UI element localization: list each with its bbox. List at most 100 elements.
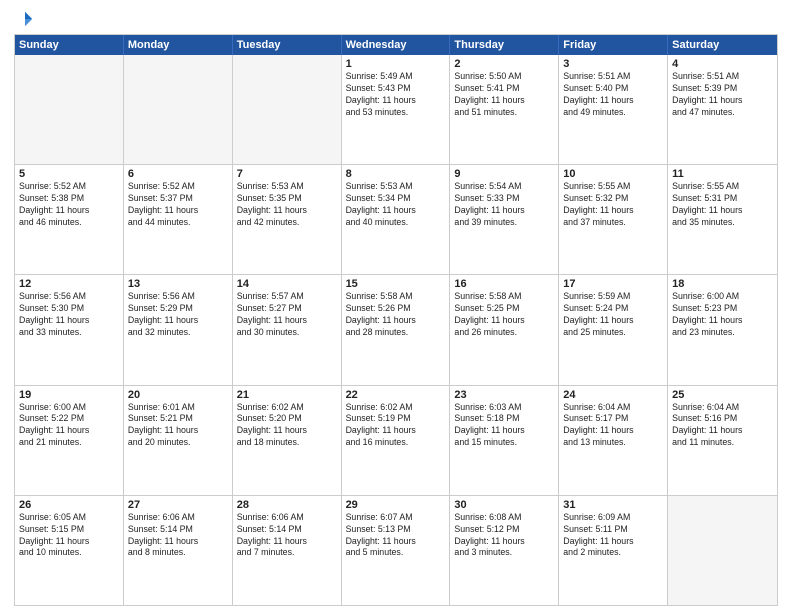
- cell-info-text: Sunrise: 6:03 AM Sunset: 5:18 PM Dayligh…: [454, 402, 554, 450]
- cell-date-number: 1: [346, 58, 446, 70]
- calendar-cell: 19Sunrise: 6:00 AM Sunset: 5:22 PM Dayli…: [15, 386, 124, 495]
- calendar-cell: 4Sunrise: 5:51 AM Sunset: 5:39 PM Daylig…: [668, 55, 777, 164]
- cell-info-text: Sunrise: 5:50 AM Sunset: 5:41 PM Dayligh…: [454, 71, 554, 119]
- cell-info-text: Sunrise: 5:52 AM Sunset: 5:38 PM Dayligh…: [19, 181, 119, 229]
- calendar-row-3: 19Sunrise: 6:00 AM Sunset: 5:22 PM Dayli…: [15, 385, 777, 495]
- calendar-cell: 30Sunrise: 6:08 AM Sunset: 5:12 PM Dayli…: [450, 496, 559, 605]
- calendar-cell: 16Sunrise: 5:58 AM Sunset: 5:25 PM Dayli…: [450, 275, 559, 384]
- cell-date-number: 25: [672, 389, 773, 401]
- calendar-row-4: 26Sunrise: 6:05 AM Sunset: 5:15 PM Dayli…: [15, 495, 777, 605]
- cell-date-number: 12: [19, 278, 119, 290]
- cell-date-number: 19: [19, 389, 119, 401]
- header-day-tuesday: Tuesday: [233, 35, 342, 55]
- calendar-cell: 8Sunrise: 5:53 AM Sunset: 5:34 PM Daylig…: [342, 165, 451, 274]
- cell-info-text: Sunrise: 5:53 AM Sunset: 5:34 PM Dayligh…: [346, 181, 446, 229]
- calendar-cell: 22Sunrise: 6:02 AM Sunset: 5:19 PM Dayli…: [342, 386, 451, 495]
- cell-info-text: Sunrise: 5:51 AM Sunset: 5:40 PM Dayligh…: [563, 71, 663, 119]
- cell-info-text: Sunrise: 6:04 AM Sunset: 5:17 PM Dayligh…: [563, 402, 663, 450]
- cell-info-text: Sunrise: 6:06 AM Sunset: 5:14 PM Dayligh…: [128, 512, 228, 560]
- cell-date-number: 9: [454, 168, 554, 180]
- calendar-cell: [15, 55, 124, 164]
- cell-date-number: 24: [563, 389, 663, 401]
- cell-date-number: 18: [672, 278, 773, 290]
- calendar: SundayMondayTuesdayWednesdayThursdayFrid…: [14, 34, 778, 606]
- calendar-cell: 27Sunrise: 6:06 AM Sunset: 5:14 PM Dayli…: [124, 496, 233, 605]
- cell-date-number: 15: [346, 278, 446, 290]
- cell-date-number: 7: [237, 168, 337, 180]
- calendar-row-1: 5Sunrise: 5:52 AM Sunset: 5:38 PM Daylig…: [15, 164, 777, 274]
- cell-info-text: Sunrise: 5:52 AM Sunset: 5:37 PM Dayligh…: [128, 181, 228, 229]
- calendar-cell: 1Sunrise: 5:49 AM Sunset: 5:43 PM Daylig…: [342, 55, 451, 164]
- calendar-cell: 20Sunrise: 6:01 AM Sunset: 5:21 PM Dayli…: [124, 386, 233, 495]
- cell-date-number: 27: [128, 499, 228, 511]
- header-day-saturday: Saturday: [668, 35, 777, 55]
- cell-info-text: Sunrise: 5:57 AM Sunset: 5:27 PM Dayligh…: [237, 291, 337, 339]
- calendar-cell: 10Sunrise: 5:55 AM Sunset: 5:32 PM Dayli…: [559, 165, 668, 274]
- cell-date-number: 8: [346, 168, 446, 180]
- calendar-cell: [124, 55, 233, 164]
- cell-info-text: Sunrise: 6:08 AM Sunset: 5:12 PM Dayligh…: [454, 512, 554, 560]
- cell-date-number: 26: [19, 499, 119, 511]
- calendar-cell: 9Sunrise: 5:54 AM Sunset: 5:33 PM Daylig…: [450, 165, 559, 274]
- cell-info-text: Sunrise: 5:56 AM Sunset: 5:30 PM Dayligh…: [19, 291, 119, 339]
- cell-date-number: 2: [454, 58, 554, 70]
- cell-info-text: Sunrise: 6:00 AM Sunset: 5:22 PM Dayligh…: [19, 402, 119, 450]
- calendar-cell: 3Sunrise: 5:51 AM Sunset: 5:40 PM Daylig…: [559, 55, 668, 164]
- cell-date-number: 14: [237, 278, 337, 290]
- cell-date-number: 21: [237, 389, 337, 401]
- cell-date-number: 4: [672, 58, 773, 70]
- calendar-cell: 13Sunrise: 5:56 AM Sunset: 5:29 PM Dayli…: [124, 275, 233, 384]
- logo-icon: [16, 10, 34, 28]
- cell-date-number: 10: [563, 168, 663, 180]
- calendar-body: 1Sunrise: 5:49 AM Sunset: 5:43 PM Daylig…: [15, 55, 777, 605]
- cell-date-number: 17: [563, 278, 663, 290]
- cell-date-number: 3: [563, 58, 663, 70]
- cell-date-number: 30: [454, 499, 554, 511]
- header-day-thursday: Thursday: [450, 35, 559, 55]
- cell-date-number: 5: [19, 168, 119, 180]
- calendar-row-0: 1Sunrise: 5:49 AM Sunset: 5:43 PM Daylig…: [15, 55, 777, 164]
- cell-date-number: 28: [237, 499, 337, 511]
- cell-date-number: 20: [128, 389, 228, 401]
- header-day-monday: Monday: [124, 35, 233, 55]
- calendar-header: SundayMondayTuesdayWednesdayThursdayFrid…: [15, 35, 777, 55]
- calendar-cell: 18Sunrise: 6:00 AM Sunset: 5:23 PM Dayli…: [668, 275, 777, 384]
- calendar-cell: 5Sunrise: 5:52 AM Sunset: 5:38 PM Daylig…: [15, 165, 124, 274]
- calendar-cell: 7Sunrise: 5:53 AM Sunset: 5:35 PM Daylig…: [233, 165, 342, 274]
- calendar-cell: 17Sunrise: 5:59 AM Sunset: 5:24 PM Dayli…: [559, 275, 668, 384]
- calendar-cell: 24Sunrise: 6:04 AM Sunset: 5:17 PM Dayli…: [559, 386, 668, 495]
- cell-info-text: Sunrise: 5:49 AM Sunset: 5:43 PM Dayligh…: [346, 71, 446, 119]
- calendar-cell: [233, 55, 342, 164]
- cell-info-text: Sunrise: 6:01 AM Sunset: 5:21 PM Dayligh…: [128, 402, 228, 450]
- cell-info-text: Sunrise: 5:58 AM Sunset: 5:25 PM Dayligh…: [454, 291, 554, 339]
- calendar-cell: 28Sunrise: 6:06 AM Sunset: 5:14 PM Dayli…: [233, 496, 342, 605]
- header-day-friday: Friday: [559, 35, 668, 55]
- cell-info-text: Sunrise: 5:55 AM Sunset: 5:32 PM Dayligh…: [563, 181, 663, 229]
- cell-date-number: 22: [346, 389, 446, 401]
- cell-date-number: 16: [454, 278, 554, 290]
- calendar-cell: 25Sunrise: 6:04 AM Sunset: 5:16 PM Dayli…: [668, 386, 777, 495]
- calendar-row-2: 12Sunrise: 5:56 AM Sunset: 5:30 PM Dayli…: [15, 274, 777, 384]
- cell-info-text: Sunrise: 6:02 AM Sunset: 5:19 PM Dayligh…: [346, 402, 446, 450]
- cell-info-text: Sunrise: 6:09 AM Sunset: 5:11 PM Dayligh…: [563, 512, 663, 560]
- cell-info-text: Sunrise: 5:56 AM Sunset: 5:29 PM Dayligh…: [128, 291, 228, 339]
- cell-info-text: Sunrise: 5:51 AM Sunset: 5:39 PM Dayligh…: [672, 71, 773, 119]
- cell-info-text: Sunrise: 5:58 AM Sunset: 5:26 PM Dayligh…: [346, 291, 446, 339]
- calendar-cell: 2Sunrise: 5:50 AM Sunset: 5:41 PM Daylig…: [450, 55, 559, 164]
- cell-info-text: Sunrise: 5:55 AM Sunset: 5:31 PM Dayligh…: [672, 181, 773, 229]
- calendar-cell: 26Sunrise: 6:05 AM Sunset: 5:15 PM Dayli…: [15, 496, 124, 605]
- cell-date-number: 31: [563, 499, 663, 511]
- cell-info-text: Sunrise: 5:54 AM Sunset: 5:33 PM Dayligh…: [454, 181, 554, 229]
- cell-info-text: Sunrise: 6:00 AM Sunset: 5:23 PM Dayligh…: [672, 291, 773, 339]
- calendar-cell: 31Sunrise: 6:09 AM Sunset: 5:11 PM Dayli…: [559, 496, 668, 605]
- cell-date-number: 11: [672, 168, 773, 180]
- cell-date-number: 13: [128, 278, 228, 290]
- page: SundayMondayTuesdayWednesdayThursdayFrid…: [0, 0, 792, 612]
- cell-info-text: Sunrise: 6:06 AM Sunset: 5:14 PM Dayligh…: [237, 512, 337, 560]
- cell-date-number: 29: [346, 499, 446, 511]
- header-day-sunday: Sunday: [15, 35, 124, 55]
- header-day-wednesday: Wednesday: [342, 35, 451, 55]
- calendar-cell: 15Sunrise: 5:58 AM Sunset: 5:26 PM Dayli…: [342, 275, 451, 384]
- header: [14, 10, 778, 28]
- cell-info-text: Sunrise: 6:04 AM Sunset: 5:16 PM Dayligh…: [672, 402, 773, 450]
